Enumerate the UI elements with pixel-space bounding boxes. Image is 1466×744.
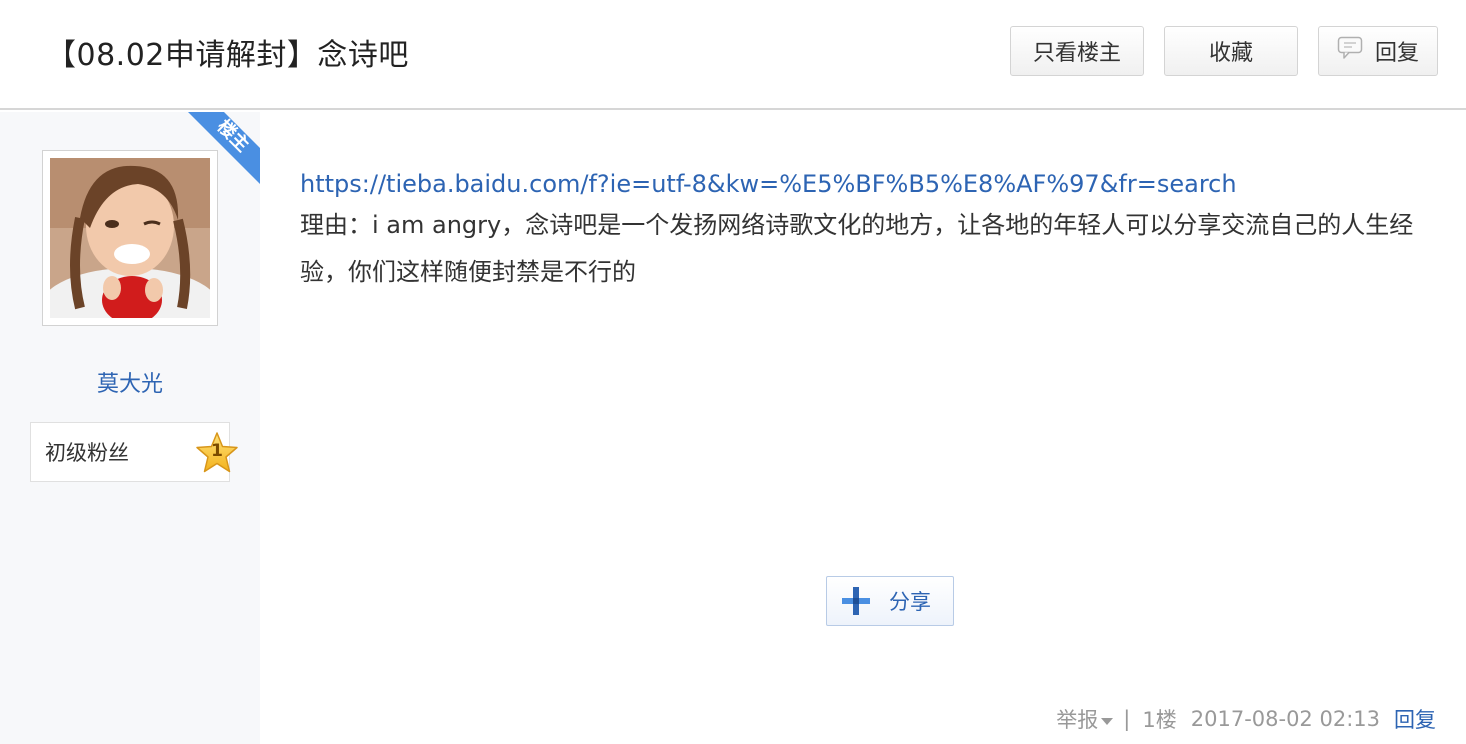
floor-number: 1楼 <box>1142 708 1177 732</box>
level-star-icon: 1 <box>195 431 239 475</box>
avatar[interactable] <box>42 150 218 326</box>
level-name: 初级粉丝 <box>45 441 129 465</box>
user-level-badge[interactable]: 初级粉丝 1 <box>30 422 238 482</box>
post-content: https://tieba.baidu.com/f?ie=utf-8&kw=%E… <box>300 166 1430 296</box>
post-footer: 举报 | 1楼 2017-08-02 02:13 回复 <box>1056 704 1436 734</box>
report-label: 举报 <box>1056 708 1099 732</box>
post-header: 【08.02申请解封】念诗吧 只看楼主 收藏 回复 <box>0 0 1466 110</box>
share-plus-icon <box>841 586 871 616</box>
report-button[interactable]: 举报 <box>1056 704 1123 734</box>
post-text: 理由：i am angry，念诗吧是一个发扬网络诗歌文化的地方，让各地的年轻人可… <box>300 211 1414 286</box>
level-number: 1 <box>211 441 223 461</box>
share-label: 分享 <box>889 590 931 614</box>
reply-label: 回复 <box>1374 41 1419 66</box>
post-timestamp: 2017-08-02 02:13 <box>1190 707 1380 731</box>
footer-separator: | <box>1123 707 1131 731</box>
author-only-button[interactable]: 只看楼主 <box>1010 26 1144 76</box>
post-link[interactable]: https://tieba.baidu.com/f?ie=utf-8&kw=%E… <box>300 166 1430 202</box>
avatar-image <box>50 158 210 318</box>
favorite-button[interactable]: 收藏 <box>1164 26 1298 76</box>
comment-bubble-icon <box>1337 36 1363 66</box>
share-button[interactable]: 分享 <box>826 576 954 626</box>
caret-down-icon <box>1101 717 1114 725</box>
username-link[interactable]: 莫大光 <box>0 366 260 398</box>
reply-button[interactable]: 回复 <box>1318 26 1438 76</box>
page-title: 【08.02申请解封】念诗吧 <box>46 38 409 73</box>
favorite-label: 收藏 <box>1208 41 1253 66</box>
author-only-label: 只看楼主 <box>1032 41 1121 66</box>
footer-reply-link[interactable]: 回复 <box>1394 704 1436 734</box>
